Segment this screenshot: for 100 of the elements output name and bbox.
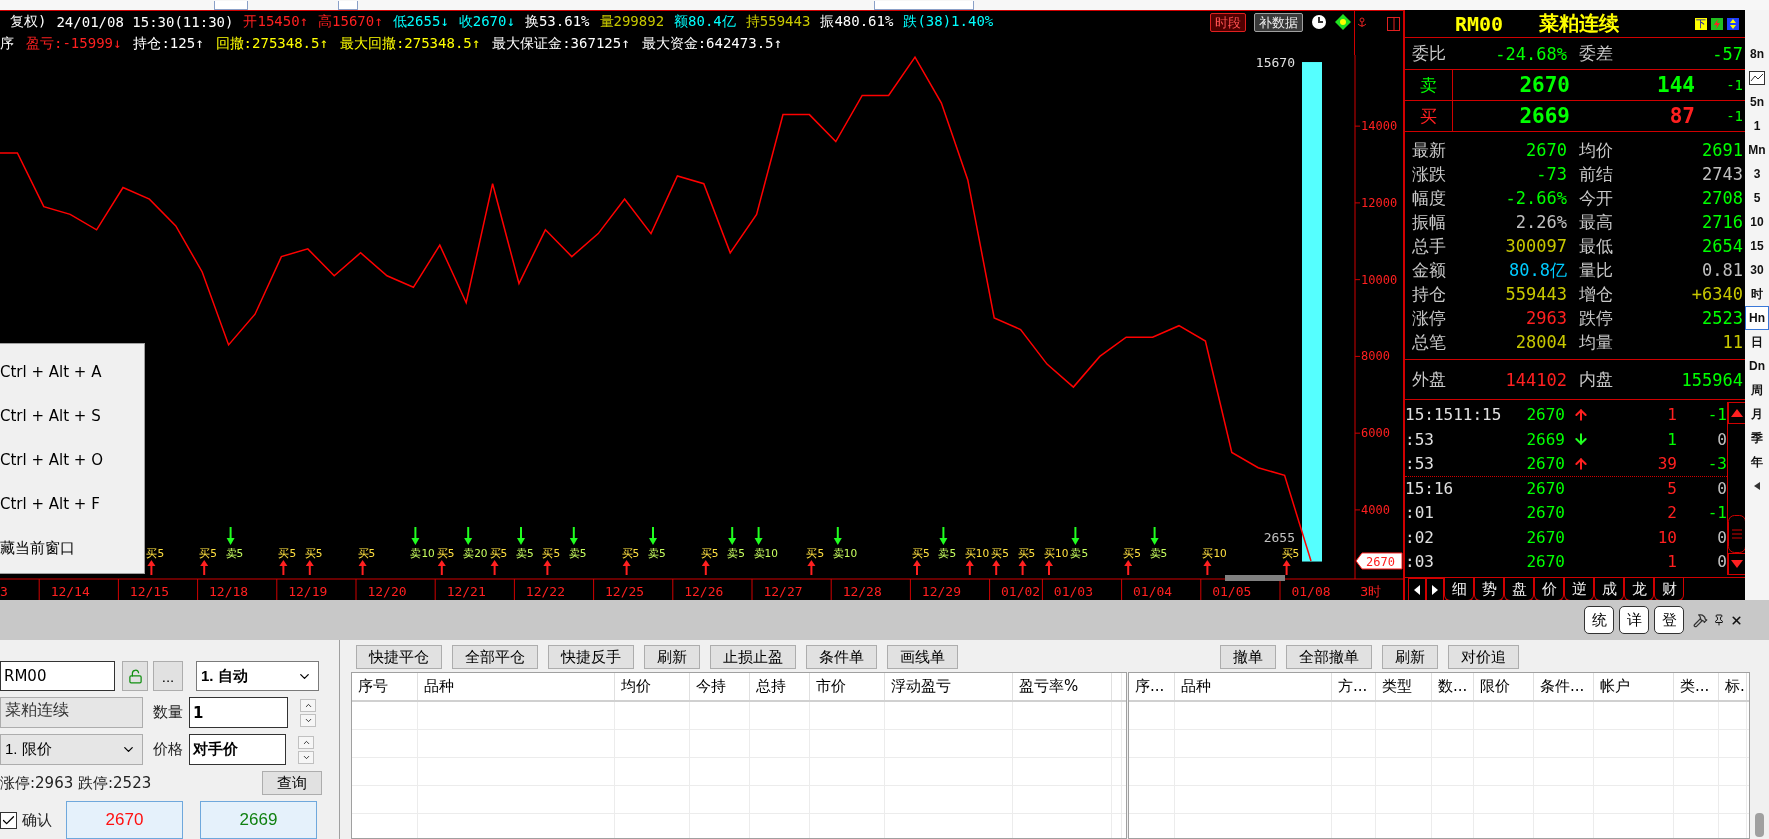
menu-item[interactable]: 藏当前窗口 (0, 526, 144, 570)
order-type-select[interactable]: 1. 限价 (0, 734, 143, 765)
period-button[interactable]: 8n (1745, 42, 1769, 66)
panel-tab[interactable]: 龙 (1624, 578, 1654, 601)
window-icon[interactable] (1387, 17, 1400, 31)
period-button[interactable]: 15 (1745, 234, 1769, 258)
down-arrow-icon (226, 526, 235, 545)
period-button[interactable]: 月 (1745, 402, 1769, 426)
period-button[interactable]: 10 (1745, 210, 1769, 234)
toolbar-button[interactable]: 刷新 (1382, 645, 1438, 669)
panel-button[interactable]: 详 (1619, 606, 1649, 634)
quantity-field[interactable]: 1 (189, 697, 288, 728)
query-button[interactable]: 查询 (262, 771, 322, 795)
pin-icon[interactable] (1713, 614, 1725, 626)
period-button[interactable]: 时段 (1210, 12, 1246, 32)
toolbar-button[interactable]: 止损止盈 (710, 645, 796, 669)
menu-item[interactable]: Ctrl + Alt + O (0, 438, 144, 482)
column-header[interactable]: 今持 (690, 673, 750, 700)
input-field[interactable] (214, 1, 248, 10)
scrollbar-thumb[interactable] (1728, 515, 1746, 553)
column-header[interactable]: 品种 (418, 673, 615, 700)
column-header[interactable]: 限价 (1474, 673, 1534, 700)
anchor-icon[interactable] (1357, 17, 1367, 27)
period-button[interactable]: 周 (1745, 378, 1769, 402)
clock-icon[interactable] (1311, 14, 1327, 30)
spin-down-button[interactable] (298, 750, 314, 764)
column-header[interactable]: 条件... (1534, 673, 1594, 700)
column-header[interactable]: 浮动盈亏 (885, 673, 1013, 700)
period-button[interactable]: 日 (1745, 330, 1769, 354)
diamond-icon[interactable] (1335, 14, 1351, 30)
toolbar-button[interactable]: 对价追 (1448, 645, 1519, 669)
mode-select[interactable]: 1. 自动 (196, 661, 319, 691)
panel-tab[interactable]: 逆 (1564, 578, 1594, 601)
more-button[interactable]: ... (153, 661, 183, 691)
column-header[interactable]: 均价 (615, 673, 690, 700)
period-button[interactable]: Mn (1745, 138, 1769, 162)
period-button[interactable]: 30 (1745, 258, 1769, 282)
tick-change: 0 (1716, 552, 1727, 572)
scroll-up-button[interactable] (1728, 402, 1746, 424)
period-button[interactable]: 年 (1745, 450, 1769, 474)
mode-button[interactable]: 下 (1695, 17, 1707, 30)
column-header[interactable]: 数... (1432, 673, 1474, 700)
period-button[interactable]: 时 (1745, 282, 1769, 306)
spin-up-button[interactable] (298, 735, 314, 749)
column-header[interactable]: 市价 (810, 673, 885, 700)
toolbar-button[interactable]: 快捷平仓 (356, 645, 442, 669)
price-field[interactable]: 对手价 (189, 734, 286, 765)
scroll-down-button[interactable] (1728, 553, 1746, 575)
toolbar-button[interactable]: 撤单 (1220, 645, 1276, 669)
toolbar-button[interactable]: 画线单 (887, 645, 958, 669)
column-header[interactable]: 品种 (1175, 673, 1332, 700)
input-field[interactable] (338, 1, 358, 10)
panel-tab[interactable]: 财 (1654, 578, 1684, 601)
period-button[interactable]: 季 (1745, 426, 1769, 450)
panel-tab[interactable]: 成 (1594, 578, 1624, 601)
toolbar-button[interactable]: 全部撤单 (1286, 645, 1372, 669)
close-icon[interactable] (1730, 613, 1743, 627)
period-button[interactable]: 3 (1745, 162, 1769, 186)
column-header[interactable]: 序号 (352, 673, 418, 700)
column-header[interactable]: 标. (1719, 673, 1747, 700)
column-header[interactable]: 盈亏率% (1013, 673, 1112, 700)
column-header[interactable]: 类... (1674, 673, 1719, 700)
toolbar-button[interactable]: 刷新 (644, 645, 700, 669)
hammer-icon[interactable] (1693, 612, 1708, 628)
lock-button[interactable] (122, 661, 148, 691)
column-header[interactable]: 总持 (750, 673, 810, 700)
fill-data-button[interactable]: 补数据 (1254, 12, 1303, 32)
panel-button[interactable]: 登 (1654, 606, 1684, 634)
toolbar-button[interactable]: 全部平仓 (452, 645, 538, 669)
panel-button[interactable]: 统 (1584, 606, 1614, 634)
column-header[interactable]: 序... (1129, 673, 1175, 700)
toolbar-button[interactable]: 快捷反手 (548, 645, 634, 669)
scrollbar[interactable] (1225, 575, 1285, 581)
period-button[interactable]: Hn (1745, 306, 1769, 330)
column-header[interactable]: 帐户 (1594, 673, 1674, 700)
column-header[interactable]: 类型 (1376, 673, 1432, 700)
prev-button[interactable] (1408, 578, 1426, 601)
panel-tab[interactable]: 势 (1474, 578, 1504, 601)
toolbar-button[interactable]: 条件单 (806, 645, 877, 669)
lightning-icon[interactable] (1711, 17, 1723, 30)
checkbox[interactable] (0, 811, 17, 829)
scrollbar-thumb[interactable] (1755, 813, 1764, 837)
menu-item[interactable]: Ctrl + Alt + F (0, 482, 144, 526)
panel-tab[interactable]: 价 (1534, 578, 1564, 601)
period-button[interactable]: Dn (1745, 354, 1769, 378)
menu-item[interactable]: Ctrl + Alt + A (0, 350, 144, 394)
panel-tab[interactable]: 细 (1444, 578, 1474, 601)
panel-tab[interactable]: 盘 (1504, 578, 1534, 601)
period-button[interactable]: 5n (1745, 90, 1769, 114)
symbol-field[interactable]: RM00 (0, 661, 115, 691)
buy-button[interactable]: 2669 (200, 801, 317, 839)
next-button[interactable] (1426, 578, 1444, 601)
column-header[interactable]: 方... (1332, 673, 1376, 700)
period-button[interactable]: 5 (1745, 186, 1769, 210)
spin-up-button[interactable] (300, 698, 316, 712)
period-button[interactable]: 1 (1745, 114, 1769, 138)
arrows-icon[interactable] (1727, 17, 1739, 30)
spin-down-button[interactable] (300, 713, 316, 727)
menu-item[interactable]: Ctrl + Alt + S (0, 394, 144, 438)
input-field[interactable] (874, 1, 974, 10)
